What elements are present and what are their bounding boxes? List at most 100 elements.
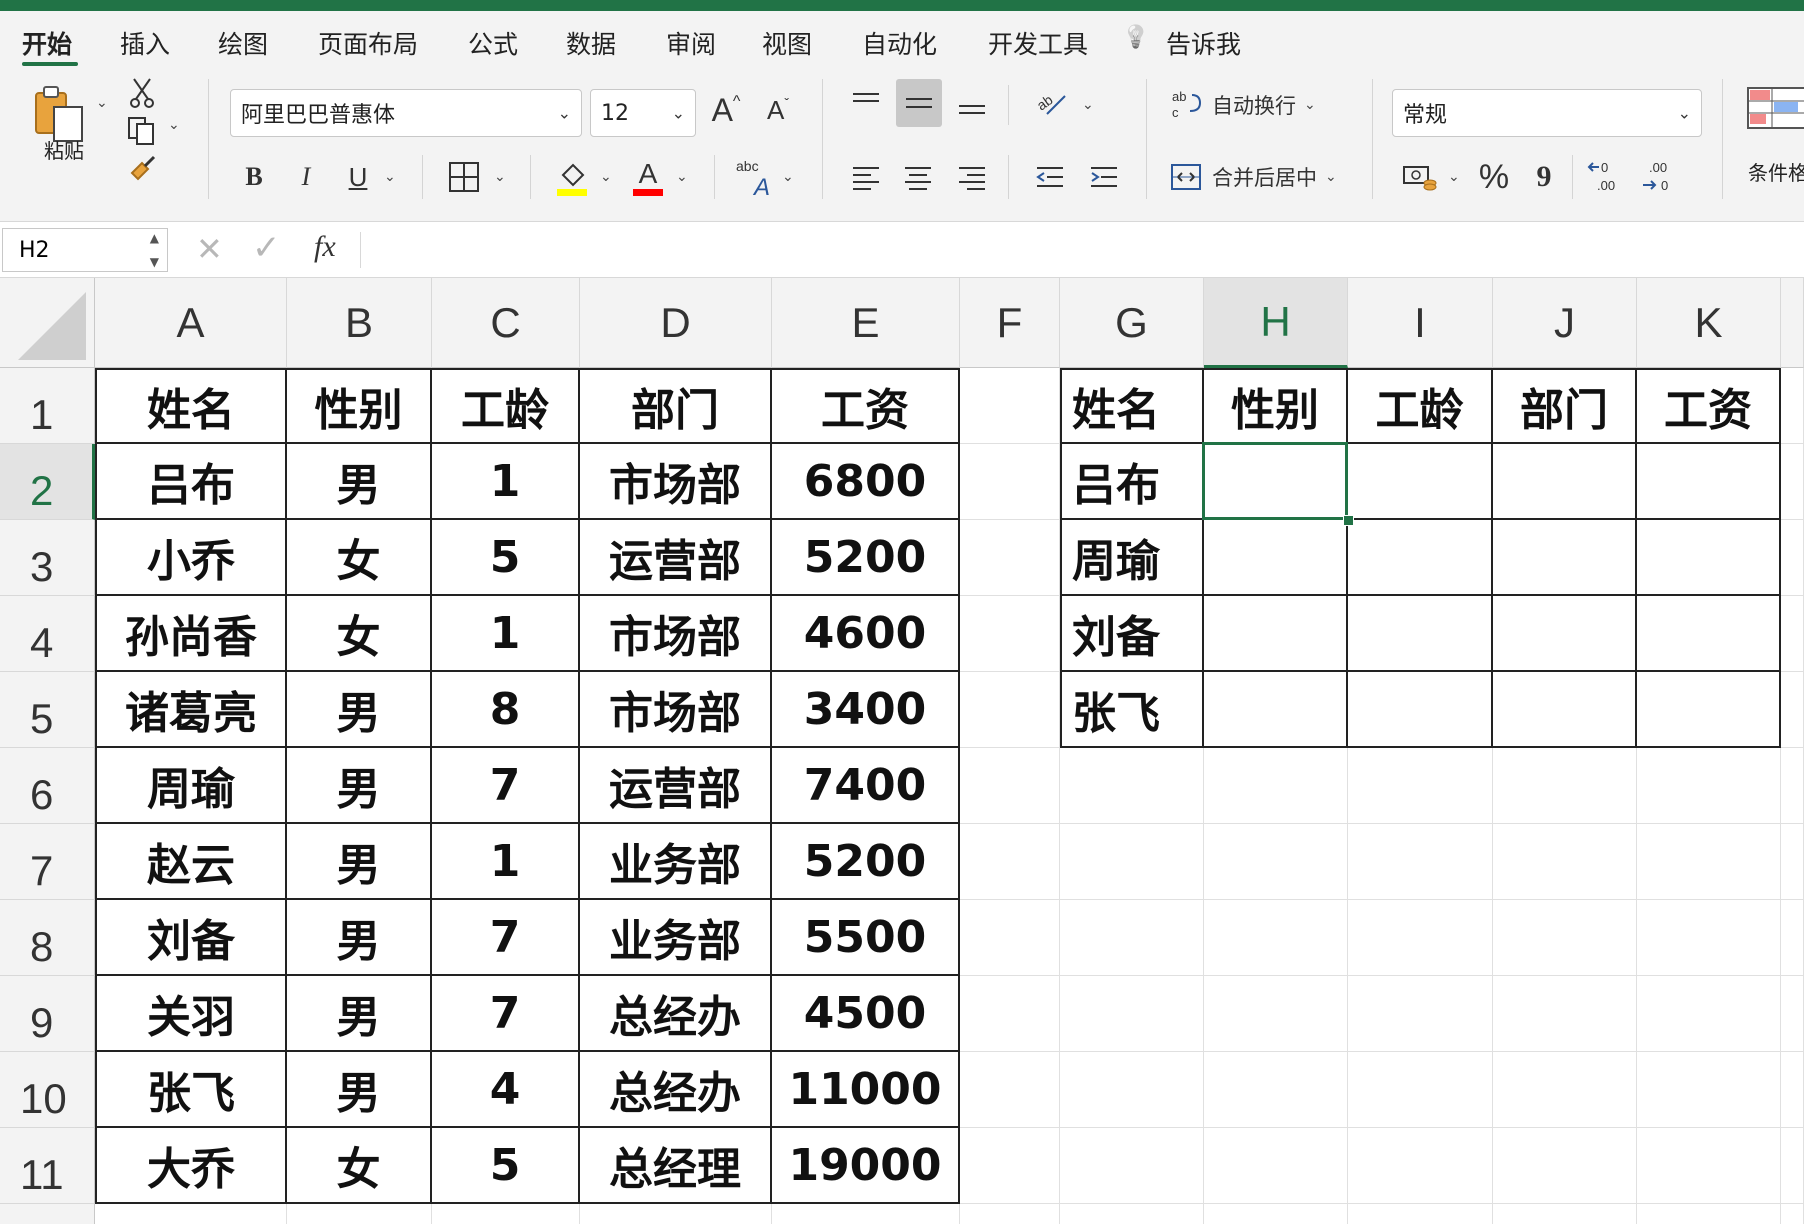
- column-header-e[interactable]: E: [772, 278, 960, 368]
- row-header-3[interactable]: 3: [0, 520, 95, 596]
- grid-cell[interactable]: [1204, 1128, 1348, 1204]
- table2-empty-cell[interactable]: [1637, 596, 1781, 672]
- copy-button[interactable]: [124, 113, 160, 149]
- table2-empty-cell[interactable]: [1204, 520, 1348, 596]
- table2-empty-cell[interactable]: [1348, 596, 1493, 672]
- table1-cell-r5-c1[interactable]: 男: [287, 672, 432, 748]
- paste-dropdown-icon[interactable]: ⌄: [96, 95, 108, 111]
- grid-cell[interactable]: [960, 672, 1060, 748]
- table1-cell-r10-c3[interactable]: 总经办: [580, 1052, 772, 1128]
- grid-cell[interactable]: [1060, 748, 1204, 824]
- grid-cell[interactable]: [1781, 1128, 1804, 1204]
- fill-color-button[interactable]: [552, 155, 592, 199]
- tab-0[interactable]: 开始: [22, 25, 72, 61]
- table1-cell-r8-c1[interactable]: 男: [287, 900, 432, 976]
- grid-cell[interactable]: [1781, 748, 1804, 824]
- table2-empty-cell[interactable]: [1493, 672, 1637, 748]
- table1-cell-r3-c1[interactable]: 女: [287, 520, 432, 596]
- row-header-9[interactable]: 9: [0, 976, 95, 1052]
- grid-cell[interactable]: [1493, 1128, 1637, 1204]
- column-header-h[interactable]: H: [1204, 278, 1348, 368]
- spinner-up-icon[interactable]: ▲: [150, 231, 159, 245]
- table1-header-cell[interactable]: 工龄: [432, 368, 580, 444]
- align-center-button[interactable]: [898, 155, 938, 199]
- table1-cell-r11-c2[interactable]: 5: [432, 1128, 580, 1204]
- table1-cell-r3-c4[interactable]: 5200: [772, 520, 960, 596]
- grid-cell[interactable]: [432, 1204, 580, 1224]
- column-header-b[interactable]: B: [287, 278, 432, 368]
- row-header-10[interactable]: 10: [0, 1052, 95, 1128]
- column-header-overflow[interactable]: [1781, 278, 1804, 368]
- table2-header-cell[interactable]: 性别: [1204, 368, 1348, 444]
- font-size-select[interactable]: 12 ⌄: [590, 89, 696, 137]
- tab-5[interactable]: 数据: [566, 25, 616, 61]
- table2-empty-cell[interactable]: [1348, 520, 1493, 596]
- grid-cell[interactable]: [1493, 748, 1637, 824]
- wrap-text-button[interactable]: ab c 自动换行 ⌄: [1170, 83, 1350, 127]
- table1-cell-r6-c4[interactable]: 7400: [772, 748, 960, 824]
- table1-cell-r7-c4[interactable]: 5200: [772, 824, 960, 900]
- align-middle-button[interactable]: [896, 79, 942, 127]
- select-all-button[interactable]: [0, 278, 95, 368]
- grid-cell[interactable]: [772, 1204, 960, 1224]
- borders-dropdown-icon[interactable]: ⌄: [494, 169, 506, 185]
- align-top-button[interactable]: [846, 83, 886, 123]
- orientation-button[interactable]: ab: [1030, 81, 1074, 125]
- phonetic-button[interactable]: abc A: [730, 155, 778, 199]
- table1-header-cell[interactable]: 姓名: [95, 368, 287, 444]
- grid-cell[interactable]: [1637, 900, 1781, 976]
- table2-name-cell[interactable]: 张飞: [1060, 672, 1204, 748]
- grid-cell[interactable]: [1348, 1052, 1493, 1128]
- align-right-button[interactable]: [952, 155, 992, 199]
- align-left-button[interactable]: [846, 155, 886, 199]
- grid-cell[interactable]: [1348, 1128, 1493, 1204]
- name-box[interactable]: H2 ▲ ▼: [2, 228, 168, 272]
- grid-cell[interactable]: [1781, 444, 1804, 520]
- grid-cell[interactable]: [1781, 824, 1804, 900]
- align-bottom-button[interactable]: [952, 83, 992, 123]
- copy-dropdown-icon[interactable]: ⌄: [168, 117, 180, 133]
- grid-cell[interactable]: [960, 748, 1060, 824]
- table2-name-cell[interactable]: 刘备: [1060, 596, 1204, 672]
- table1-header-cell[interactable]: 工资: [772, 368, 960, 444]
- table1-cell-r2-c1[interactable]: 男: [287, 444, 432, 520]
- number-format-select[interactable]: 常规 ⌄: [1392, 89, 1702, 137]
- grid-cell[interactable]: [1493, 1052, 1637, 1128]
- grid-cell[interactable]: [1781, 672, 1804, 748]
- table1-cell-r5-c2[interactable]: 8: [432, 672, 580, 748]
- comma-style-button[interactable]: 9: [1526, 155, 1562, 199]
- increase-decimal-button[interactable]: 0.00: [1584, 155, 1628, 199]
- table1-cell-r11-c1[interactable]: 女: [287, 1128, 432, 1204]
- table2-empty-cell[interactable]: [1493, 520, 1637, 596]
- table1-cell-r10-c1[interactable]: 男: [287, 1052, 432, 1128]
- table1-cell-r8-c4[interactable]: 5500: [772, 900, 960, 976]
- decrease-font-button[interactable]: Aˇ: [758, 85, 798, 135]
- font-color-dropdown-icon[interactable]: ⌄: [676, 169, 688, 185]
- row-header-1[interactable]: 1: [0, 368, 95, 444]
- font-color-button[interactable]: A: [628, 155, 668, 199]
- column-header-d[interactable]: D: [580, 278, 772, 368]
- table1-cell-r4-c3[interactable]: 市场部: [580, 596, 772, 672]
- table1-cell-r11-c3[interactable]: 总经理: [580, 1128, 772, 1204]
- grid-cell[interactable]: [1348, 1204, 1493, 1224]
- table2-name-cell[interactable]: 周瑜: [1060, 520, 1204, 596]
- insert-function-icon[interactable]: fx: [314, 230, 336, 264]
- grid-cell[interactable]: [1493, 1204, 1637, 1224]
- conditional-format-button[interactable]: [1746, 83, 1804, 133]
- column-header-g[interactable]: G: [1060, 278, 1204, 368]
- table1-header-cell[interactable]: 部门: [580, 368, 772, 444]
- grid-cell[interactable]: [1781, 1204, 1804, 1224]
- table2-header-cell[interactable]: 工资: [1637, 368, 1781, 444]
- grid-cell[interactable]: [1204, 824, 1348, 900]
- table1-cell-r8-c2[interactable]: 7: [432, 900, 580, 976]
- cancel-icon[interactable]: ✕: [196, 230, 223, 268]
- table1-cell-r7-c3[interactable]: 业务部: [580, 824, 772, 900]
- table1-cell-r8-c3[interactable]: 业务部: [580, 900, 772, 976]
- phonetic-dropdown-icon[interactable]: ⌄: [782, 169, 794, 185]
- decrease-decimal-button[interactable]: .00 0: [1636, 155, 1680, 199]
- column-header-i[interactable]: I: [1348, 278, 1493, 368]
- cut-button[interactable]: [126, 75, 158, 111]
- grid-cell[interactable]: [1060, 1204, 1204, 1224]
- tab-9[interactable]: 开发工具: [988, 25, 1088, 61]
- table1-cell-r10-c2[interactable]: 4: [432, 1052, 580, 1128]
